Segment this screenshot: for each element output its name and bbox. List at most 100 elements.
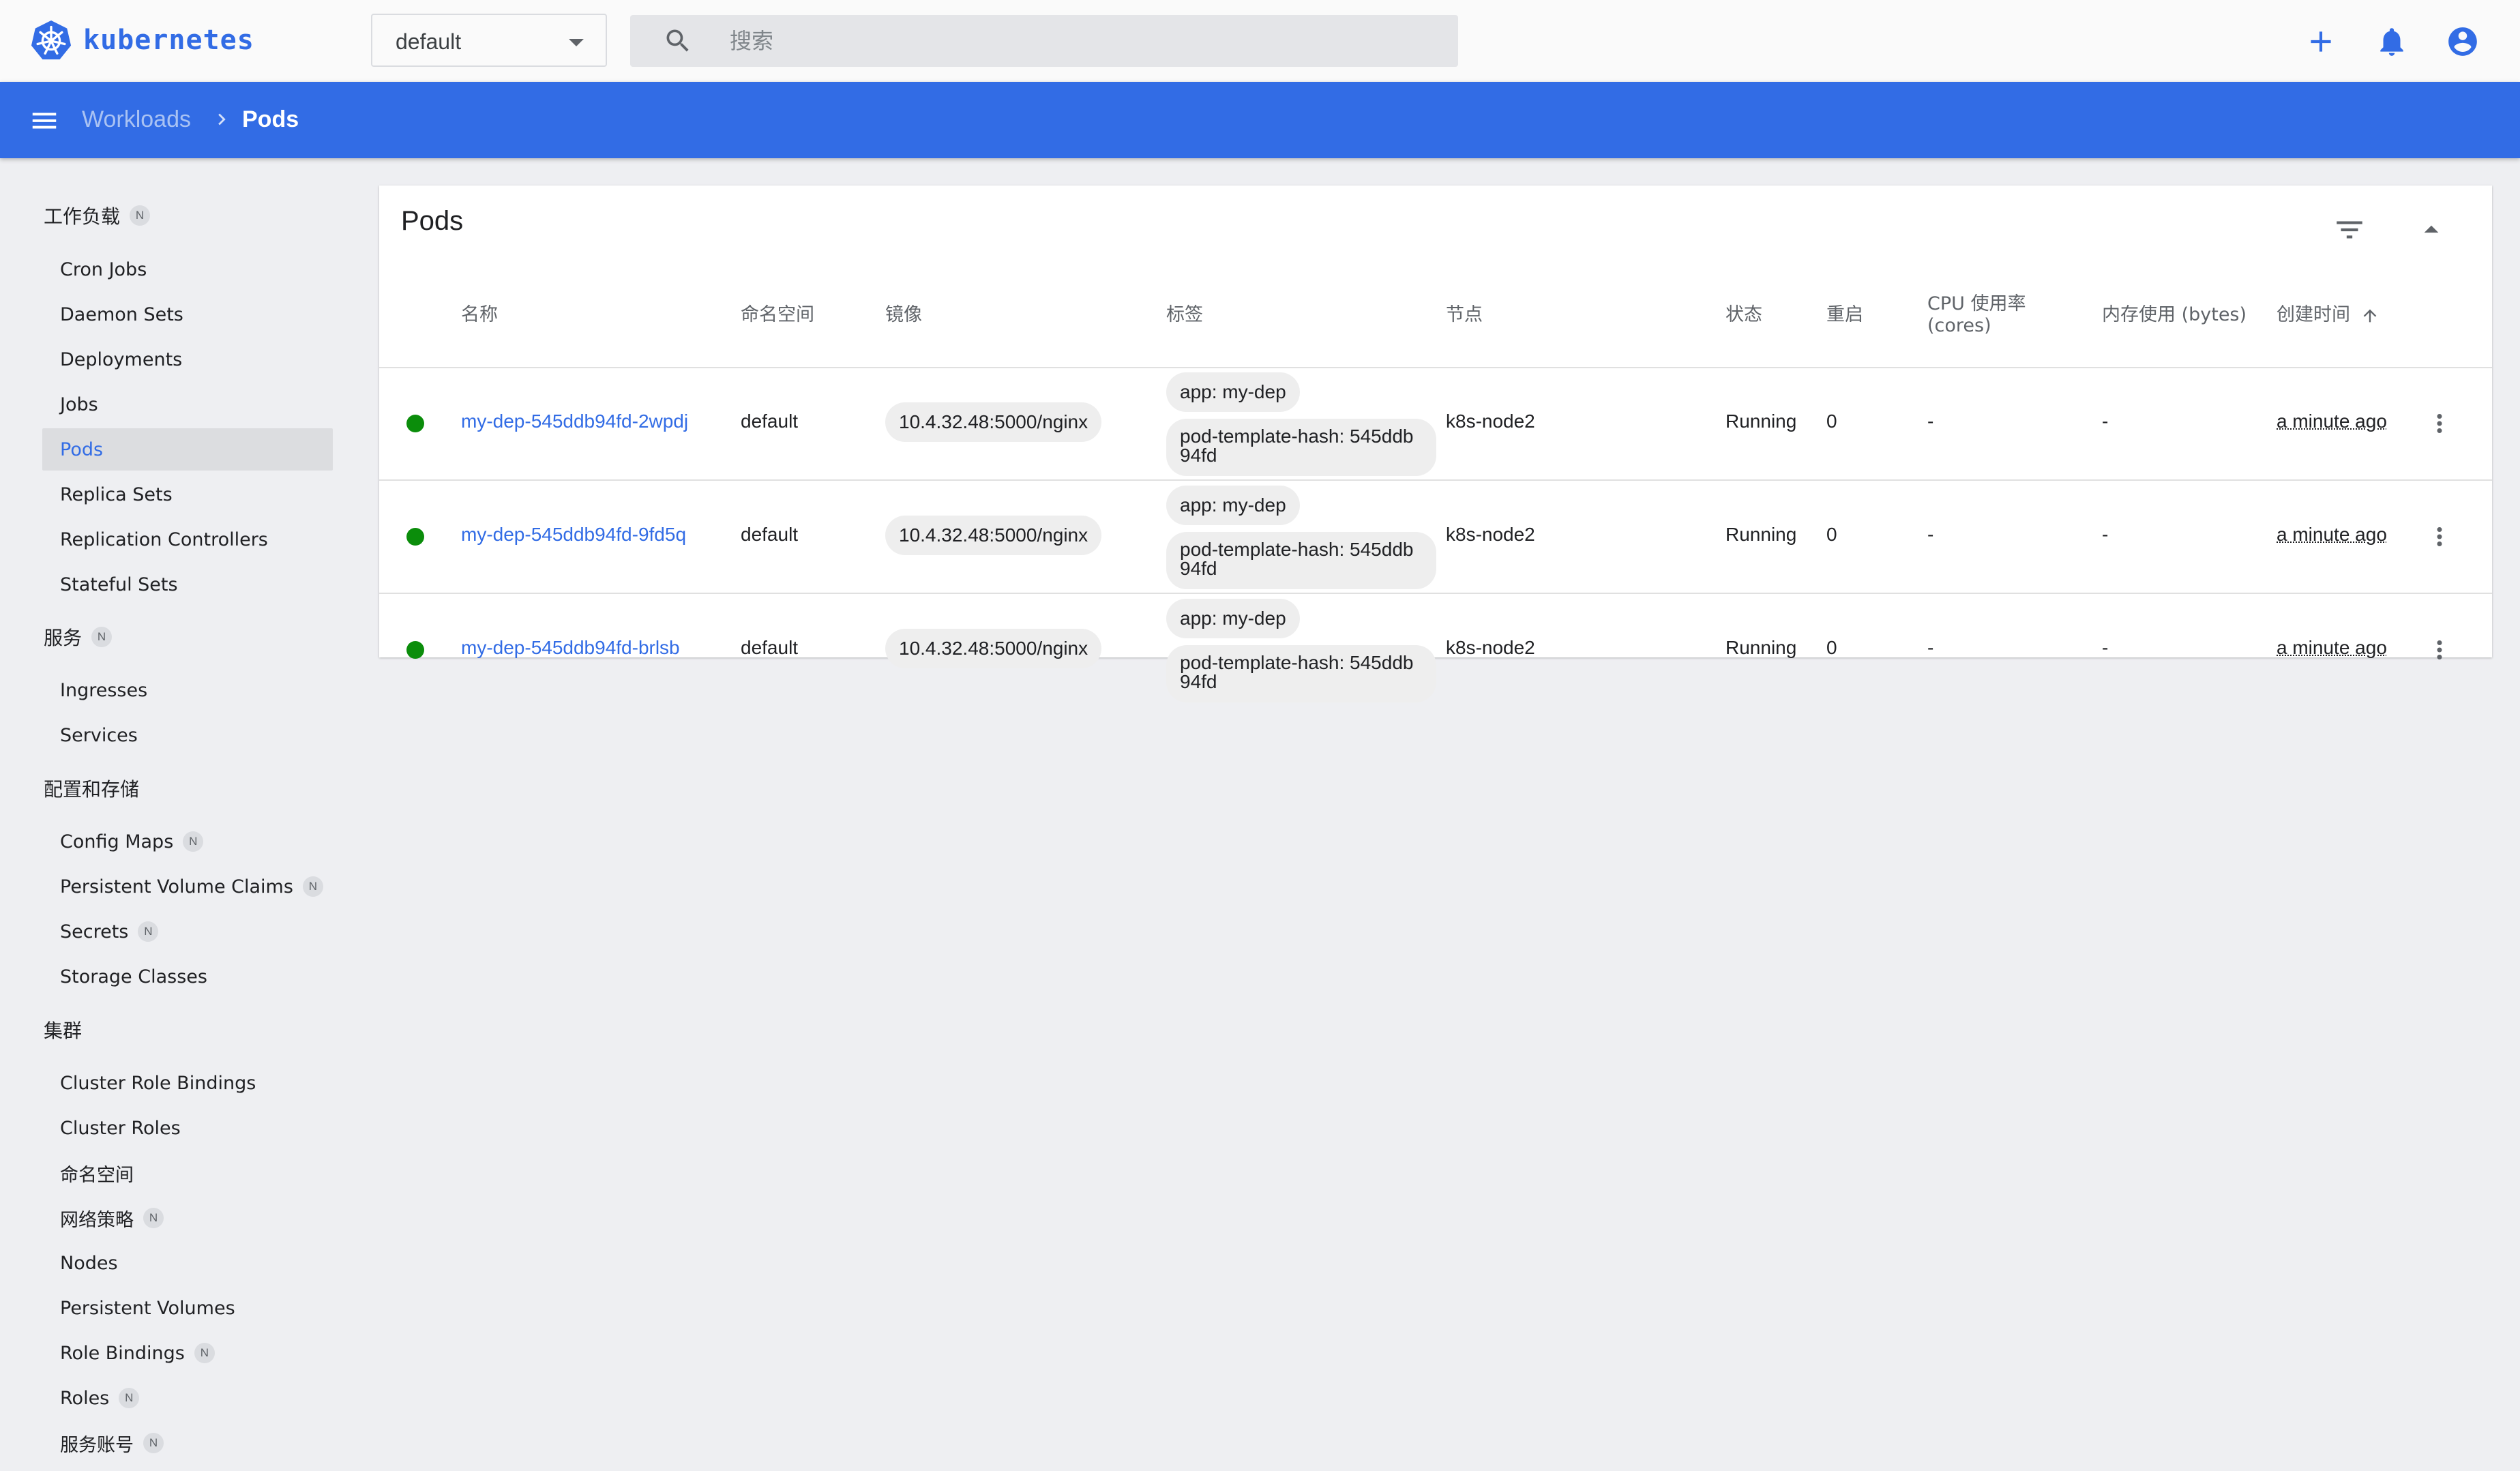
namespaced-badge: N bbox=[302, 876, 323, 897]
sidebar-section-config-storage[interactable]: 配置和存储 bbox=[44, 775, 139, 802]
column-header-created[interactable]: 创建时间 bbox=[2277, 304, 2380, 326]
sidebar-item-label: Services bbox=[60, 724, 138, 746]
sidebar-item-pods[interactable]: Pods bbox=[42, 428, 333, 471]
label-chip: pod-template-hash: 545ddb94fd bbox=[1166, 419, 1436, 476]
notifications-button[interactable] bbox=[2375, 25, 2409, 59]
sidebar-item-label: 命名空间 bbox=[60, 1164, 134, 1186]
sidebar-item-nodes[interactable]: Nodes bbox=[42, 1242, 333, 1284]
sidebar-item-label: Ingresses bbox=[60, 679, 148, 701]
column-header-memory: 内存使用 (bytes) bbox=[2102, 304, 2247, 325]
sidebar-item-service-accounts[interactable]: 服务账号 N bbox=[42, 1422, 333, 1464]
sidebar-item-ingresses[interactable]: Ingresses bbox=[42, 669, 333, 711]
sidebar-item-label: Cluster Role Bindings bbox=[60, 1072, 256, 1094]
add-icon bbox=[2311, 31, 2331, 52]
breadcrumb-bar: Workloads Pods bbox=[0, 82, 2520, 158]
sidebar-item-cron-jobs[interactable]: Cron Jobs bbox=[42, 248, 333, 291]
pod-restarts: 0 bbox=[1826, 637, 1837, 658]
sidebar-item-label: Cron Jobs bbox=[60, 258, 147, 280]
more-vert-icon[interactable] bbox=[2425, 522, 2454, 551]
sidebar-item-namespaces[interactable]: 命名空间 bbox=[42, 1152, 333, 1194]
image-chip: 10.4.32.48:5000/nginx bbox=[885, 516, 1102, 555]
logo[interactable]: kubernetes bbox=[30, 19, 254, 61]
sidebar-item-label: Replica Sets bbox=[60, 484, 173, 505]
sidebar-item-label: Nodes bbox=[60, 1252, 118, 1274]
sidebar-item-label: Secrets bbox=[60, 921, 129, 942]
section-title: 工作负载 bbox=[44, 205, 121, 228]
more-vert-icon[interactable] bbox=[2425, 636, 2454, 664]
sidebar-item-cluster-roles[interactable]: Cluster Roles bbox=[42, 1107, 333, 1149]
more-vert-icon[interactable] bbox=[2425, 409, 2454, 438]
app-root: kubernetes default 搜索 Workloads Pods 工作负… bbox=[0, 0, 2520, 1471]
pod-name-link[interactable]: my-dep-545ddb94fd-9fd5q bbox=[461, 524, 686, 546]
breadcrumb-workloads[interactable]: Workloads bbox=[82, 106, 191, 133]
collapse-icon[interactable] bbox=[2414, 213, 2448, 247]
sidebar-item-jobs[interactable]: Jobs bbox=[42, 383, 333, 426]
label-chip: pod-template-hash: 545ddb94fd bbox=[1166, 532, 1436, 589]
create-button[interactable] bbox=[2304, 25, 2338, 59]
account-button[interactable] bbox=[2446, 25, 2480, 59]
pod-node[interactable]: k8s-node2 bbox=[1446, 637, 1535, 659]
sidebar-item-services[interactable]: Services bbox=[42, 714, 333, 756]
search-bar[interactable] bbox=[630, 15, 1458, 67]
pod-memory: - bbox=[2102, 524, 2109, 545]
menu-icon[interactable] bbox=[29, 105, 60, 136]
sidebar-section-workloads[interactable]: 工作负载 N bbox=[44, 202, 151, 229]
column-header-image: 镜像 bbox=[885, 304, 922, 325]
sidebar-item-label: 网络策略 bbox=[60, 1209, 134, 1231]
sidebar-item-replication-controllers[interactable]: Replication Controllers bbox=[42, 518, 333, 561]
top-bar: kubernetes default bbox=[0, 0, 2520, 83]
status-dot-icon bbox=[406, 415, 424, 432]
sidebar-item-persistent-volumes[interactable]: Persistent Volumes bbox=[42, 1287, 333, 1329]
sidebar-item-label: Jobs bbox=[60, 393, 98, 415]
pod-status: Running bbox=[1725, 637, 1797, 658]
namespace-selector[interactable]: default bbox=[371, 14, 607, 67]
sidebar-item-role-bindings[interactable]: Role Bindings N bbox=[42, 1332, 333, 1374]
sidebar-item-config-maps[interactable]: Config Maps N bbox=[42, 820, 333, 863]
label-chip: app: my-dep bbox=[1166, 599, 1300, 638]
sidebar-section-services[interactable]: 服务 N bbox=[44, 623, 113, 651]
column-header-restarts: 重启 bbox=[1826, 304, 1863, 325]
notifications-icon bbox=[2380, 28, 2403, 56]
pod-namespace: default bbox=[741, 411, 799, 432]
sidebar-item-roles[interactable]: Roles N bbox=[42, 1377, 333, 1419]
pod-node[interactable]: k8s-node2 bbox=[1446, 524, 1535, 546]
pod-memory: - bbox=[2102, 411, 2109, 432]
pod-node[interactable]: k8s-node2 bbox=[1446, 411, 1535, 432]
pod-namespace: default bbox=[741, 524, 799, 545]
sidebar-item-stateful-sets[interactable]: Stateful Sets bbox=[42, 563, 333, 606]
search-icon bbox=[666, 29, 689, 52]
sidebar-item-label: Config Maps bbox=[60, 831, 174, 852]
status-dot-icon bbox=[406, 528, 424, 546]
sidebar-item-persistent-volume-claims[interactable]: Persistent Volume Claims N bbox=[42, 865, 333, 908]
dropdown-caret-icon bbox=[569, 39, 584, 46]
pod-cpu: - bbox=[1927, 524, 1934, 545]
sidebar-item-daemon-sets[interactable]: Daemon Sets bbox=[42, 293, 333, 336]
section-title: 配置和存储 bbox=[44, 778, 140, 801]
sidebar-item-deployments[interactable]: Deployments bbox=[42, 338, 333, 381]
filter-icon[interactable] bbox=[2332, 213, 2367, 247]
card-title: Pods bbox=[401, 206, 464, 236]
sidebar-item-label: Persistent Volumes bbox=[60, 1297, 235, 1319]
search-input[interactable] bbox=[730, 15, 1439, 67]
pod-name-link[interactable]: my-dep-545ddb94fd-brlsb bbox=[461, 637, 680, 659]
pod-namespace: default bbox=[741, 637, 799, 658]
column-header-name[interactable]: 名称 bbox=[461, 304, 498, 326]
pod-cpu: - bbox=[1927, 411, 1934, 432]
table-header: 名称 命名空间 镜像 标签 节点 状态 重启 CPU 使用率 (cores) 内… bbox=[379, 263, 2492, 368]
sidebar-section-cluster[interactable]: 集群 bbox=[44, 1016, 82, 1043]
sidebar-item-secrets[interactable]: Secrets N bbox=[42, 910, 333, 953]
sidebar-item-replica-sets[interactable]: Replica Sets bbox=[42, 473, 333, 516]
sidebar-item-label: Role Bindings bbox=[60, 1342, 185, 1364]
sidebar-item-network-policies[interactable]: 网络策略 N bbox=[42, 1197, 333, 1239]
pods-card: Pods 名称 命名空间 镜像 标签 节点 状态 重启 CPU 使用率 (cor… bbox=[379, 185, 2492, 702]
pod-name-link[interactable]: my-dep-545ddb94fd-2wpdj bbox=[461, 411, 688, 432]
sidebar-item-storage-classes[interactable]: Storage Classes bbox=[42, 955, 333, 998]
cpu-header-line1: CPU 使用率 bbox=[1927, 293, 2026, 314]
table-row: my-dep-545ddb94fd-2wpdj default 10.4.32.… bbox=[379, 367, 2492, 481]
namespaced-badge: N bbox=[91, 627, 113, 647]
sidebar-item-cluster-role-bindings[interactable]: Cluster Role Bindings bbox=[42, 1062, 333, 1104]
section-title: 服务 bbox=[44, 627, 83, 649]
sidebar-item-label: Replication Controllers bbox=[60, 529, 268, 550]
sidebar-item-label: 服务账号 bbox=[60, 1434, 134, 1456]
column-header-namespace[interactable]: 命名空间 bbox=[741, 304, 814, 326]
